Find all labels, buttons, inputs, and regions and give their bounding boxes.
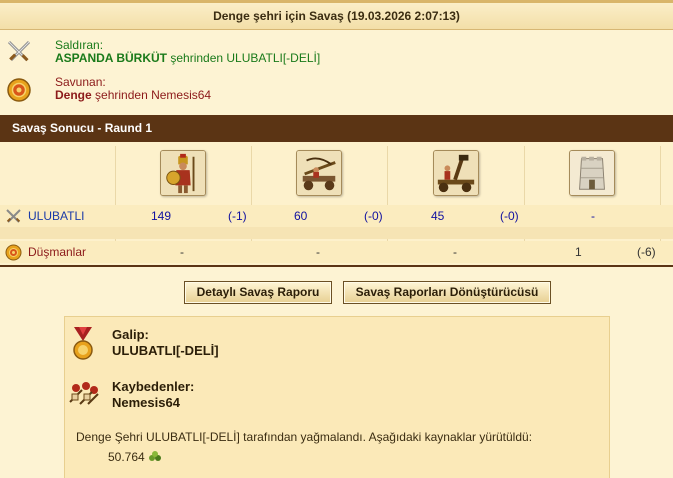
detailed-report-button[interactable]: Detaylı Savaş Raporu [184,281,332,304]
row-separator [0,227,673,239]
unit-count: - [180,245,184,259]
attacker-units-row: ULUBATLI 149 (-1) 60 (-0) 45 (-0) - [0,205,673,227]
unit-count: - [591,209,595,223]
attacker-role-label: Saldıran: [55,38,104,52]
defender-units-row: Düşmanlar - - - 1 (-6) [0,241,673,263]
defender-row-label: Düşmanlar [28,245,87,259]
unit-count: - [453,245,457,259]
resource-icon [149,451,162,461]
unit-loss: (-0) [364,209,383,223]
hoplite-unit-icon[interactable] [160,150,206,196]
defender-section: Savunan: Denge şehrinden Nemesis64 [0,75,673,105]
ballista-unit-icon[interactable] [296,150,342,196]
loser-name[interactable]: Nemesis64 [112,395,180,410]
defender-player-text[interactable]: şehrinden Nemesis64 [95,88,211,102]
unit-count: 60 [294,209,308,223]
battle-table: ULUBATLI 149 (-1) 60 (-0) 45 (-0) - Düşm… [0,142,673,267]
catapult-unit-icon[interactable] [433,150,479,196]
losers-label: Kaybedenler: [112,379,195,394]
unit-loss: (-1) [228,209,247,223]
unit-count: - [316,245,320,259]
attacker-section: Saldıran: ASPANDA BÜRKÜT şehrinden ULUBA… [0,38,673,68]
unit-loss: (-6) [637,245,656,259]
medal-icon [73,327,93,360]
attacker-city-text[interactable]: şehrinden ULUBATLI[-DELİ] [170,51,320,65]
defender-role-label: Savunan: [55,75,106,89]
attacker-player-link[interactable]: ASPANDA BÜRKÜT [55,51,167,65]
battle-report-title: Denge şehri için Savaş (19.03.2026 2:07:… [0,0,673,30]
round-header: Savaş Sonucu - Raund 1 [0,115,673,142]
attacker-row-label[interactable]: ULUBATLI [28,205,84,227]
unit-loss: (-0) [500,209,519,223]
crossed-swords-icon [7,40,31,62]
wall-unit-icon[interactable] [569,150,615,196]
shield-icon [5,244,22,261]
plunder-amount: 50.764 [108,450,145,464]
unit-count: 149 [151,209,172,223]
report-converter-button[interactable]: Savaş Raporları Dönüştürücüsü [343,281,551,304]
unit-count: 1 [575,245,582,259]
battle-result-panel: Galip: ULUBATLI[-DELİ] Kaybedenler: Neme… [64,316,610,478]
unit-count: 45 [431,209,445,223]
crossed-swords-icon [6,209,21,223]
winner-label: Galip: [112,327,149,342]
plunder-summary: Denge Şehri ULUBATLI[-DELİ] tarafından y… [76,430,533,444]
shield-icon [7,78,31,102]
winner-name[interactable]: ULUBATLI[-DELİ] [112,343,219,358]
defender-city-link[interactable]: Denge [55,88,92,102]
fallen-soldiers-icon [69,382,99,405]
